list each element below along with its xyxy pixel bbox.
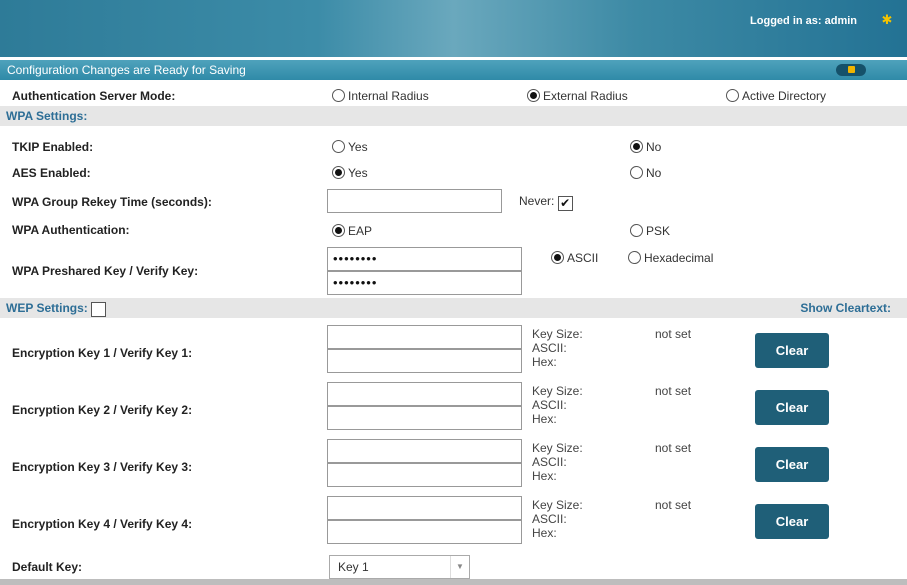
radio-icon[interactable] [332, 166, 345, 179]
show-cleartext-label: Show Cleartext: [800, 301, 891, 315]
tkip-label: TKIP Enabled: [12, 140, 94, 154]
clear-key-4-button[interactable]: Clear [755, 504, 829, 539]
header-banner: Logged in as: admin ✱ [0, 0, 907, 57]
never-checkbox[interactable]: ✔ [557, 196, 573, 211]
default-key-label: Default Key: [12, 560, 83, 574]
encryption-key-1-input[interactable] [327, 325, 522, 349]
verify-key-input[interactable]: •••••••• [327, 271, 522, 295]
radio-tkip-no[interactable]: No [630, 140, 661, 154]
verify-key-2-input[interactable] [327, 406, 522, 430]
radio-icon[interactable] [630, 224, 643, 237]
bottom-divider [0, 579, 907, 585]
chevron-down-icon[interactable]: ▼ [450, 556, 469, 578]
rekey-time-label: WPA Group Rekey Time (seconds): [12, 195, 212, 209]
aes-label: AES Enabled: [12, 166, 91, 180]
key-size-label: Key Size: [532, 327, 583, 341]
radio-internal-radius[interactable]: Internal Radius [332, 89, 429, 103]
radio-icon[interactable] [726, 89, 739, 102]
clear-key-3-button[interactable]: Clear [755, 447, 829, 482]
wep-settings-header: WEP Settings: Show Cleartext: [0, 298, 907, 318]
rekey-time-input[interactable] [327, 189, 502, 213]
radio-tkip-yes[interactable]: Yes [332, 140, 368, 154]
verify-key-1-input[interactable] [327, 349, 522, 373]
verify-key-3-input[interactable] [327, 463, 522, 487]
radio-icon[interactable] [332, 224, 345, 237]
radio-eap[interactable]: EAP [332, 224, 372, 238]
ascii-label: ASCII: [532, 398, 567, 412]
logged-in-text: Logged in as: admin [750, 15, 857, 27]
radio-label: Hexadecimal [644, 251, 714, 265]
key-3-info: Key Size: ASCII: Hex: [532, 441, 583, 483]
radio-label: Yes [348, 140, 368, 154]
radio-external-radius[interactable]: External Radius [527, 89, 628, 103]
never-option: Never: ✔ [519, 194, 573, 211]
radio-label: PSK [646, 224, 671, 238]
preshared-key-label: WPA Preshared Key / Verify Key: [12, 264, 199, 278]
verify-key-4-input[interactable] [327, 520, 522, 544]
hex-label: Hex: [532, 526, 557, 540]
radio-icon[interactable] [332, 89, 345, 102]
config-ready-message: Configuration Changes are Ready for Savi… [7, 63, 246, 77]
never-label: Never: [519, 194, 555, 208]
preshared-key-input[interactable]: •••••••• [327, 247, 522, 271]
ascii-label: ASCII: [532, 455, 567, 469]
ascii-label: ASCII: [532, 512, 567, 526]
key-2-info: Key Size: ASCII: Hex: [532, 384, 583, 426]
key-size-value: not set [655, 384, 692, 398]
wep-settings-title: WEP Settings: [6, 301, 88, 315]
encryption-key-3-label: Encryption Key 3 / Verify Key 3: [12, 460, 193, 474]
default-key-select[interactable]: Key 1 ▼ [329, 555, 470, 579]
auth-server-mode-label: Authentication Server Mode: [12, 89, 176, 103]
clear-key-1-button[interactable]: Clear [755, 333, 829, 368]
radio-icon[interactable] [630, 166, 643, 179]
radio-hexadecimal[interactable]: Hexadecimal [628, 251, 713, 265]
encryption-key-3-input[interactable] [327, 439, 522, 463]
radio-label: ASCII [567, 251, 599, 265]
radio-label: Active Directory [742, 89, 827, 103]
radio-label: Internal Radius [348, 89, 429, 103]
encryption-key-2-input[interactable] [327, 382, 522, 406]
key-size-value: not set [655, 441, 692, 455]
encryption-key-4-input[interactable] [327, 496, 522, 520]
gear-icon[interactable]: ✱ [877, 10, 897, 30]
radio-aes-no[interactable]: No [630, 166, 661, 180]
key-size-label: Key Size: [532, 441, 583, 455]
wpa-authentication-label: WPA Authentication: [12, 223, 130, 237]
radio-active-directory[interactable]: Active Directory [726, 89, 826, 103]
encryption-key-2-label: Encryption Key 2 / Verify Key 2: [12, 403, 193, 417]
radio-ascii[interactable]: ASCII [551, 251, 598, 265]
radio-icon[interactable] [551, 251, 564, 264]
radio-aes-yes[interactable]: Yes [332, 166, 368, 180]
key-size-value: not set [655, 498, 692, 512]
radio-psk[interactable]: PSK [630, 224, 670, 238]
clear-key-2-button[interactable]: Clear [755, 390, 829, 425]
default-key-value: Key 1 [338, 560, 369, 574]
radio-label: No [646, 166, 662, 180]
radio-label: Yes [348, 166, 368, 180]
radio-icon[interactable] [628, 251, 641, 264]
hex-label: Hex: [532, 412, 557, 426]
key-size-label: Key Size: [532, 498, 583, 512]
config-ready-bar: Configuration Changes are Ready for Savi… [0, 60, 907, 80]
key-size-value: not set [655, 327, 692, 341]
wpa-settings-title: WPA Settings: [6, 109, 88, 123]
hex-label: Hex: [532, 355, 557, 369]
show-cleartext-checkbox[interactable] [91, 302, 107, 317]
key-size-label: Key Size: [532, 384, 583, 398]
radio-icon[interactable] [527, 89, 540, 102]
key-4-info: Key Size: ASCII: Hex: [532, 498, 583, 540]
radio-icon[interactable] [630, 140, 643, 153]
hex-label: Hex: [532, 469, 557, 483]
key-1-info: Key Size: ASCII: Hex: [532, 327, 583, 369]
ascii-label: ASCII: [532, 341, 567, 355]
save-icon[interactable] [836, 64, 866, 76]
radio-label: No [646, 140, 662, 154]
encryption-key-1-label: Encryption Key 1 / Verify Key 1: [12, 346, 193, 360]
radio-label: EAP [348, 224, 373, 238]
radio-label: External Radius [543, 89, 628, 103]
wpa-settings-header: WPA Settings: [0, 106, 907, 126]
encryption-key-4-label: Encryption Key 4 / Verify Key 4: [12, 517, 193, 531]
radio-icon[interactable] [332, 140, 345, 153]
